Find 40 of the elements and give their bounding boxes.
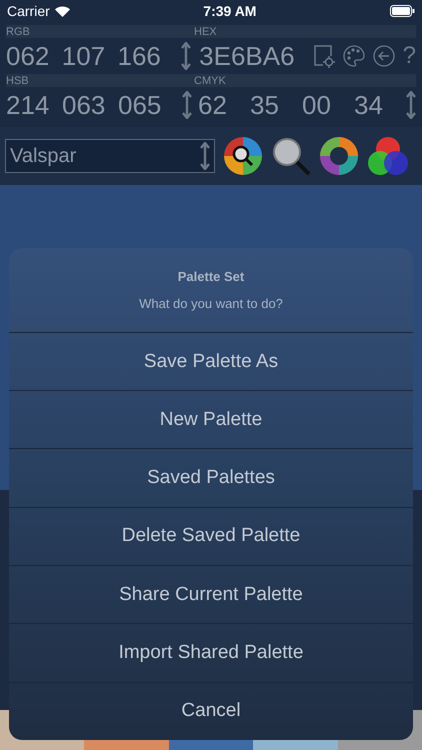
wifi-icon [54, 6, 70, 16]
cmyk-label: CMYK [194, 74, 227, 86]
battery-icon [390, 5, 415, 17]
aperture-icon[interactable] [319, 136, 359, 176]
rgb-circles-icon[interactable] [367, 136, 409, 176]
action-button[interactable]: Import Shared Palette [9, 623, 413, 682]
hsb-value[interactable]: 065 [118, 90, 174, 120]
hsb-value[interactable]: 214 [6, 90, 62, 120]
action-button[interactable]: New Palette [9, 390, 413, 448]
cmyk-value[interactable]: 35 [250, 90, 302, 120]
stepper-icon[interactable] [406, 91, 416, 119]
status-time: 7:39 AM [203, 3, 256, 19]
rgb-value[interactable]: 166 [118, 40, 174, 72]
hsb-label: HSB [6, 74, 30, 86]
cmyk-value[interactable]: 00 [302, 90, 354, 120]
hsb-value[interactable]: 063 [62, 90, 118, 120]
color-wheel-search-icon[interactable] [223, 136, 263, 176]
action-button[interactable]: Saved Palettes [9, 448, 413, 507]
stepper-icon[interactable] [200, 142, 210, 170]
magnifier-icon[interactable] [271, 136, 311, 176]
stepper-icon[interactable] [182, 91, 192, 119]
stepper-icon[interactable] [181, 42, 192, 70]
palette-select[interactable]: Valspar [5, 139, 215, 173]
hex-label: HEX [194, 26, 218, 38]
action-button[interactable]: Delete Saved Palette [9, 506, 413, 566]
eyedropper-target-icon[interactable] [312, 44, 335, 68]
cmyk-value[interactable]: 34 [354, 90, 406, 120]
carrier-name: Carrier [7, 3, 50, 19]
hex-value[interactable]: 3E6BA6 [199, 40, 313, 72]
cancel-button[interactable]: Cancel [9, 682, 413, 740]
cmyk-value[interactable]: 62 [198, 90, 250, 120]
palette-icon[interactable] [342, 45, 365, 67]
rgb-value[interactable]: 107 [62, 40, 118, 72]
sheet-title: Palette Set [178, 268, 244, 284]
rgb-value[interactable]: 062 [6, 40, 62, 72]
help-button[interactable]: ? [402, 42, 416, 70]
action-button[interactable]: Save Palette As [9, 332, 413, 390]
action-button[interactable]: Share Current Palette [9, 565, 413, 624]
rgb-label: RGB [6, 26, 31, 38]
sheet-message: What do you want to do? [139, 296, 283, 311]
